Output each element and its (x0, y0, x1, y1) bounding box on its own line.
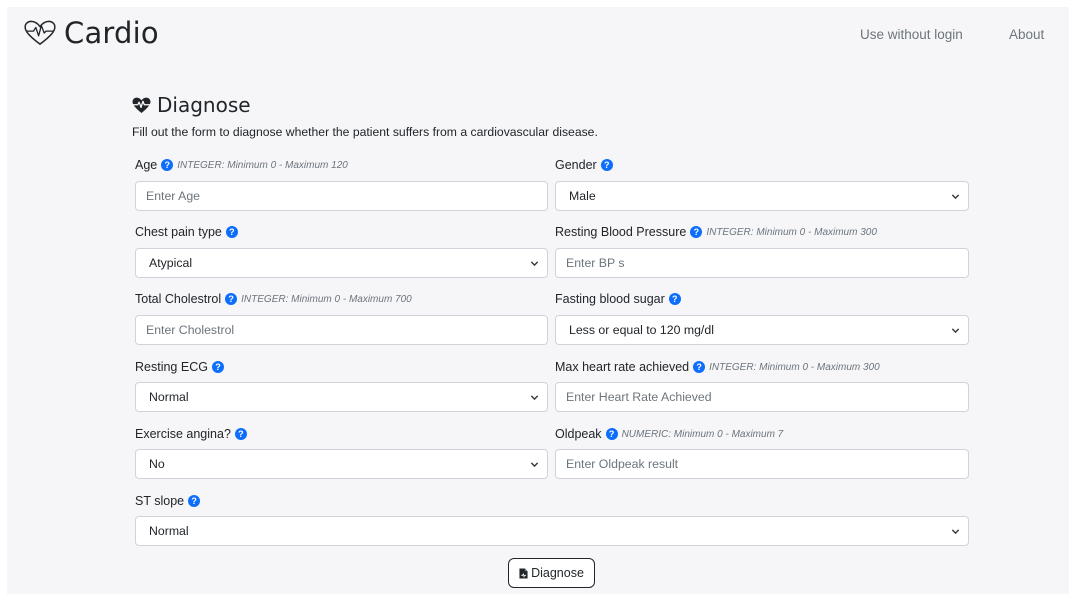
nav-link-use-without-login[interactable]: Use without login (860, 27, 963, 42)
help-icon[interactable]: ? (668, 293, 681, 305)
exercise-angina-select[interactable]: No (135, 449, 548, 479)
st-slope-label: ST slope ? (135, 494, 201, 508)
cholesterol-label: Total Cholestrol ? INTEGER: Minimum 0 - … (135, 292, 412, 306)
fasting-sugar-select-value: Less or equal to 120 mg/dl (569, 323, 714, 337)
resting-bp-hint: INTEGER: Minimum 0 - Maximum 300 (706, 226, 877, 238)
page-title-text: Diagnose (157, 93, 251, 117)
oldpeak-hint: NUMERIC: Minimum 0 - Maximum 7 (621, 428, 784, 440)
chevron-down-icon (951, 328, 960, 334)
chest-pain-label-text: Chest pain type (135, 225, 222, 239)
chest-pain-label: Chest pain type ? (135, 225, 238, 239)
navbar: Cardio Use without login About (7, 7, 1069, 78)
help-icon[interactable]: ? (188, 495, 201, 507)
gender-label-text: Gender (555, 158, 597, 172)
brand[interactable]: Cardio (22, 16, 159, 50)
max-hr-input[interactable]: Enter Heart Rate Achieved (555, 382, 969, 412)
chevron-down-icon (530, 462, 539, 468)
exercise-angina-label-text: Exercise angina? (135, 427, 231, 441)
help-icon[interactable]: ? (225, 226, 238, 238)
max-hr-label-text: Max heart rate achieved (555, 360, 690, 374)
chevron-down-icon (951, 194, 960, 200)
cholesterol-input[interactable]: Enter Cholestrol (135, 315, 548, 345)
resting-ecg-label: Resting ECG ? (135, 360, 224, 374)
fasting-sugar-select[interactable]: Less or equal to 120 mg/dl (555, 315, 969, 345)
age-label: Age ? INTEGER: Minimum 0 - Maximum 120 (135, 158, 348, 172)
page-description: Fill out the form to diagnose whether th… (132, 125, 598, 139)
help-icon[interactable]: ? (690, 226, 703, 238)
chest-pain-select-value: Atypical (149, 256, 193, 270)
exercise-angina-select-value: No (149, 457, 165, 471)
cholesterol-hint: INTEGER: Minimum 0 - Maximum 700 (241, 293, 412, 305)
st-slope-select[interactable]: Normal (135, 516, 969, 546)
heart-pulse-icon (132, 97, 151, 113)
resting-bp-input[interactable]: Enter BP s (555, 248, 969, 278)
chest-pain-select[interactable]: Atypical (135, 248, 548, 278)
page-title: Diagnose (132, 93, 251, 117)
age-input[interactable]: Enter Age (135, 181, 548, 211)
fasting-sugar-label-text: Fasting blood sugar (555, 292, 665, 306)
heart-pulse-logo-icon (24, 20, 56, 46)
resting-ecg-select[interactable]: Normal (135, 382, 548, 412)
max-hr-hint: INTEGER: Minimum 0 - Maximum 300 (709, 361, 880, 373)
oldpeak-label-text: Oldpeak (555, 427, 602, 441)
help-icon[interactable]: ? (225, 293, 238, 305)
exercise-angina-label: Exercise angina? ? (135, 427, 247, 441)
help-icon[interactable]: ? (600, 159, 613, 171)
oldpeak-input[interactable]: Enter Oldpeak result (555, 449, 969, 479)
resting-ecg-select-value: Normal (149, 390, 189, 404)
resting-ecg-label-text: Resting ECG (135, 360, 208, 374)
resting-bp-label-text: Resting Blood Pressure (555, 225, 687, 239)
help-icon[interactable]: ? (693, 361, 706, 373)
max-hr-label: Max heart rate achieved ? INTEGER: Minim… (555, 360, 880, 374)
age-hint: INTEGER: Minimum 0 - Maximum 120 (177, 159, 348, 171)
chevron-down-icon (530, 395, 539, 401)
st-slope-select-value: Normal (149, 524, 189, 538)
st-slope-label-text: ST slope (135, 494, 185, 508)
age-label-text: Age (135, 158, 158, 172)
gender-label: Gender ? (555, 158, 613, 172)
brand-name: Cardio (64, 16, 159, 50)
fasting-sugar-label: Fasting blood sugar ? (555, 292, 681, 306)
help-icon[interactable]: ? (211, 361, 224, 373)
chevron-down-icon (530, 261, 539, 267)
file-medical-icon (519, 568, 528, 578)
chevron-down-icon (951, 529, 960, 535)
nav-link-about[interactable]: About (1009, 27, 1044, 42)
gender-select[interactable]: Male (555, 181, 969, 211)
gender-select-value: Male (569, 189, 596, 203)
resting-bp-label: Resting Blood Pressure ? INTEGER: Minimu… (555, 225, 877, 239)
diagnose-button-label: Diagnose (531, 566, 584, 580)
help-icon[interactable]: ? (234, 428, 247, 440)
cholesterol-label-text: Total Cholestrol (135, 292, 222, 306)
help-icon[interactable]: ? (605, 428, 618, 440)
diagnose-button[interactable]: Diagnose (508, 558, 595, 588)
oldpeak-label: Oldpeak ? NUMERIC: Minimum 0 - Maximum 7 (555, 427, 783, 441)
help-icon[interactable]: ? (161, 159, 174, 171)
